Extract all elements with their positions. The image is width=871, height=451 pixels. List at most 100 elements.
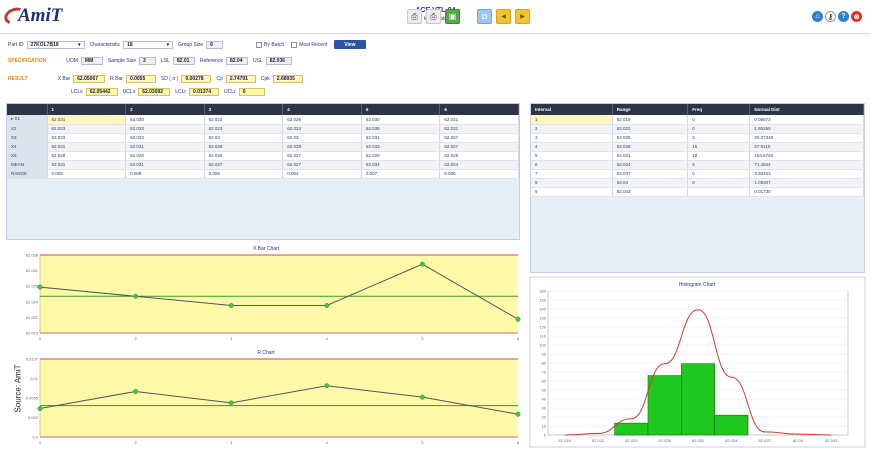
previous-button[interactable]: ◀ — [496, 9, 511, 24]
data-point[interactable] — [37, 406, 43, 411]
histogram-bar[interactable] — [681, 363, 715, 436]
table-cell[interactable]: 62.028 — [47, 151, 127, 161]
table-cell[interactable]: 0.006 — [204, 169, 284, 179]
table-cell[interactable]: 62.031 — [125, 142, 205, 152]
table-cell[interactable]: 62.031 — [439, 115, 519, 125]
table-cell[interactable]: 62.024 — [439, 160, 519, 170]
table-cell[interactable]: 0.004 — [282, 169, 362, 179]
column-header[interactable]: Range — [612, 104, 689, 115]
table-row[interactable]: 3 62.025 3 20.07348 — [531, 133, 864, 143]
data-point[interactable] — [133, 293, 139, 299]
column-header[interactable]: 4 — [282, 104, 362, 115]
table-cell[interactable]: 62.031 — [47, 160, 127, 170]
table-cell[interactable]: 62.029 — [439, 151, 519, 161]
table-row[interactable]: X2 62.033 62.033 62.023 62.024 62.036 62.031 — [7, 124, 519, 134]
table-cell[interactable]: 62.023 — [204, 124, 284, 134]
export-button[interactable]: ▣ — [445, 9, 460, 24]
table-cell[interactable]: 62.034 — [361, 160, 441, 170]
table-cell[interactable]: 62.024 — [282, 124, 362, 134]
data-point[interactable] — [515, 316, 521, 322]
data-point[interactable] — [228, 400, 234, 406]
table-cell[interactable]: 62.027 — [282, 151, 362, 161]
print-preview-button[interactable]: ⎙ — [426, 9, 441, 24]
data-point[interactable] — [133, 389, 139, 394]
next-button[interactable]: ▶ — [515, 9, 530, 24]
column-header[interactable] — [7, 104, 48, 115]
print-button[interactable]: ⎙ — [407, 9, 422, 24]
by-batch-checkbox[interactable]: By Batch — [256, 41, 284, 48]
table-cell[interactable]: 62.028 — [204, 151, 284, 161]
data-point[interactable] — [419, 394, 425, 400]
table-cell[interactable]: 62.031 — [439, 124, 519, 134]
data-point[interactable] — [515, 411, 521, 417]
close-icon[interactable]: ⊗ — [851, 11, 862, 22]
data-point[interactable] — [37, 284, 43, 290]
table-cell[interactable]: 62.03 — [282, 133, 362, 143]
table-row[interactable]: X5 62.028 62.028 62.028 62.027 62.029 62.029 — [7, 151, 519, 161]
table-cell[interactable]: 62.033 — [125, 133, 205, 143]
table-cell[interactable]: 62.033 — [125, 124, 205, 134]
table-cell[interactable]: 62.027 — [204, 160, 284, 170]
table-row[interactable]: 8 62.04 0 1.09307 — [531, 178, 864, 188]
table-row[interactable]: X3 62.033 62.033 62.03 62.03 62.034 62.027 — [7, 133, 519, 143]
table-cell[interactable]: 0.006 — [439, 169, 519, 179]
column-header[interactable]: 1 — [47, 104, 127, 115]
table-cell[interactable]: 62.033 — [361, 142, 441, 152]
table-cell[interactable]: 62.022 — [204, 115, 284, 125]
data-point[interactable] — [324, 303, 330, 308]
column-header[interactable]: Normal Dist — [749, 104, 864, 115]
table-cell[interactable]: 62.028 — [282, 142, 362, 152]
most-recent-checkbox[interactable]: Most Recent — [291, 41, 327, 48]
camera-button[interactable]: ◘ — [477, 9, 492, 24]
table-row[interactable]: 7 62.037 0 3.80403 — [531, 169, 864, 179]
view-button[interactable]: View — [334, 40, 366, 49]
data-point[interactable] — [324, 383, 330, 389]
table-cell[interactable]: 62.036 — [361, 124, 441, 134]
table-row[interactable]: 5 62.031 18 154.6793 — [531, 151, 864, 161]
table-cell[interactable]: 62.030 — [125, 115, 205, 125]
key-icon[interactable]: ⚷ — [825, 11, 836, 22]
table-cell[interactable]: 0.005 — [47, 169, 127, 179]
table-row[interactable]: 2 62.022 0 1.85269 — [531, 124, 864, 134]
column-header[interactable]: Freq — [687, 104, 751, 115]
column-header[interactable]: Interval — [531, 104, 613, 115]
table-row[interactable]: 9 62.043 0.01730 — [531, 187, 864, 197]
table-cell[interactable]: 62.031 — [47, 142, 127, 152]
table-row[interactable]: 6 62.034 5 71.4844 — [531, 160, 864, 170]
table-cell[interactable]: 62.030 — [361, 115, 441, 125]
table-cell[interactable]: 62.031 — [47, 115, 127, 125]
part-id-select[interactable]: 27KOL7B18 ▾ — [26, 40, 85, 49]
column-header[interactable]: 3 — [204, 104, 284, 115]
table-cell[interactable]: 0.008 — [125, 169, 205, 179]
data-point[interactable] — [419, 261, 425, 267]
table-row[interactable]: X4 62.031 62.031 62.028 62.028 62.033 62.027 — [7, 142, 519, 152]
table-cell[interactable]: 0.007 — [361, 169, 441, 179]
home-icon[interactable]: ⌂ — [812, 11, 823, 22]
table-cell[interactable]: 62.026 — [282, 115, 362, 125]
column-header[interactable]: 2 — [125, 104, 205, 115]
table-row[interactable]: MEAN 62.031 62.031 62.027 62.027 62.034 62.024 — [7, 160, 519, 170]
help-icon[interactable]: ? — [838, 11, 849, 22]
histogram-bar[interactable] — [614, 422, 649, 436]
table-cell[interactable]: 62.028 — [125, 151, 205, 161]
table-cell[interactable]: 62.027 — [439, 142, 519, 152]
table-row[interactable]: 4 62.028 15 87.9110 — [531, 142, 864, 152]
table-cell[interactable]: 62.033 — [47, 124, 127, 134]
group-size-input[interactable]: 6 — [206, 40, 224, 49]
table-row[interactable]: 1 62.019 0 0.05672 — [531, 115, 864, 125]
table-cell[interactable]: 62.031 — [125, 160, 205, 170]
table-cell[interactable]: 62.034 — [361, 133, 441, 143]
column-header[interactable]: 5 — [361, 104, 441, 115]
table-cell[interactable]: 62.033 — [47, 133, 127, 143]
table-row[interactable]: ▸ X1 62.031 62.030 62.022 62.026 62.030 62.031 — [7, 115, 519, 125]
table-row[interactable]: RANGE 0.005 0.008 0.006 0.004 0.007 0.006 — [7, 169, 519, 179]
table-cell[interactable]: 62.029 — [361, 151, 441, 161]
table-cell[interactable]: 62.03 — [204, 133, 284, 143]
table-cell[interactable]: 62.027 — [439, 133, 519, 143]
table-cell[interactable]: 62.028 — [204, 142, 284, 152]
column-header[interactable]: 6 — [439, 104, 519, 115]
data-point[interactable] — [228, 303, 234, 308]
histogram-bar[interactable] — [714, 414, 749, 436]
characteristic-select[interactable]: 18 ▾ — [123, 40, 174, 49]
table-cell[interactable]: 62.027 — [282, 160, 362, 170]
